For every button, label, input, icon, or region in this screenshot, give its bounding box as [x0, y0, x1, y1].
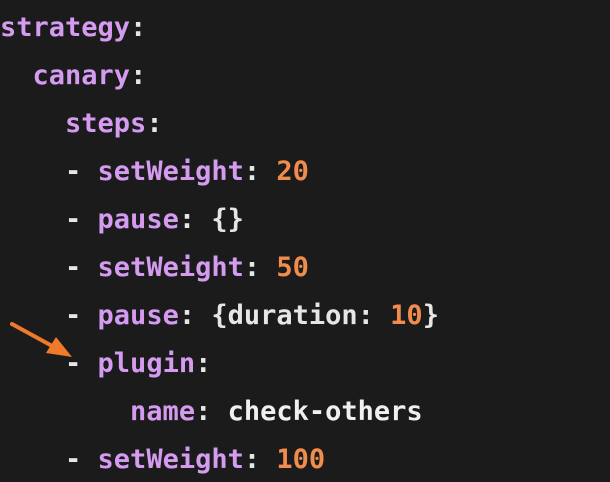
yaml-key: pause [97, 204, 179, 235]
yaml-key: strategy [0, 12, 131, 43]
yaml-key: setWeight [97, 252, 244, 283]
yaml-colon: : [146, 108, 163, 139]
list-dash: - [65, 444, 98, 475]
yaml-key: plugin [97, 348, 196, 379]
yaml-value: check-others [227, 396, 423, 427]
yaml-colon: : [195, 396, 228, 427]
yaml-value: {} [211, 204, 244, 235]
yaml-value: 10 [390, 300, 423, 331]
yaml-key: name [130, 396, 196, 427]
yaml-value: 100 [276, 444, 326, 475]
code-line: - pause: {} [0, 200, 244, 240]
code-line: - setWeight: 50 [0, 248, 309, 288]
yaml-value: 50 [276, 252, 309, 283]
yaml-key: setWeight [97, 444, 244, 475]
code-line: canary: [0, 56, 147, 96]
yaml-colon: : [243, 252, 277, 283]
code-editor: strategy: canary: steps: - setWeight: 20… [0, 0, 610, 482]
brace-open: { [211, 300, 228, 331]
yaml-colon: : [178, 204, 212, 235]
yaml-colon: : [195, 348, 212, 379]
code-line: - setWeight: 100 [0, 440, 325, 480]
yaml-colon: : [357, 300, 391, 331]
code-line: steps: [0, 104, 163, 144]
yaml-colon: : [243, 444, 277, 475]
list-dash: - [65, 156, 98, 187]
code-line: name: check-others [0, 392, 423, 432]
yaml-colon: : [130, 12, 147, 43]
yaml-colon: : [243, 156, 277, 187]
yaml-colon: : [130, 60, 147, 91]
yaml-inline-key: duration [227, 300, 358, 331]
code-line: - setWeight: 20 [0, 152, 309, 192]
list-dash: - [65, 204, 98, 235]
code-line: strategy: [0, 8, 146, 48]
yaml-key: steps [65, 108, 147, 139]
yaml-key: canary [32, 60, 131, 91]
arrow-right-icon [10, 322, 72, 357]
yaml-key: setWeight [97, 156, 244, 187]
brace-close: } [422, 300, 439, 331]
yaml-key: pause [97, 300, 179, 331]
list-dash: - [65, 252, 98, 283]
yaml-value: 20 [276, 156, 309, 187]
yaml-colon: : [178, 300, 212, 331]
